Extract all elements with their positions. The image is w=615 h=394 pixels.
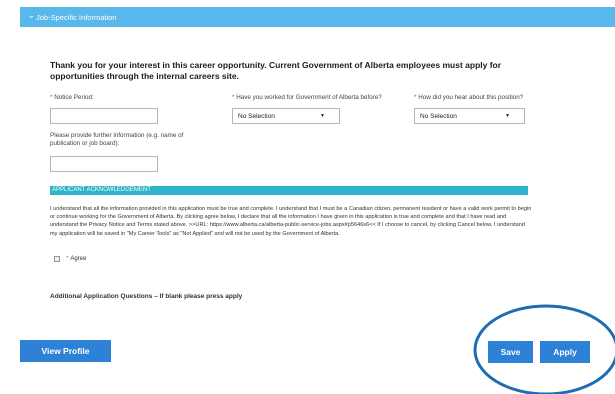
acknowledgement-title: APPLICANT ACKNOWLEDGEMENT [50, 186, 528, 195]
hear-about-label: * How did you hear about this position? [414, 94, 524, 101]
select-value: No Selection [420, 112, 457, 120]
caret-down-icon: ▼ [505, 113, 510, 119]
further-info-label: Please provide further information (e.g.… [50, 132, 184, 147]
highlight-ring [473, 304, 615, 394]
further-info-input[interactable] [50, 156, 158, 172]
notice-period-label: * Notice Period: [50, 94, 94, 101]
required-mark: * [414, 94, 417, 101]
intro-text: Thank you for your interest in this care… [50, 60, 502, 81]
required-mark: * [232, 94, 235, 101]
section-title: Job-Specific Information [36, 12, 117, 22]
required-mark: * [50, 94, 53, 101]
view-profile-button[interactable]: View Profile [20, 340, 111, 362]
additional-questions-text: Additional Application Questions – If bl… [50, 293, 243, 300]
chevron-down-icon[interactable]: ⌄ [28, 12, 35, 20]
notice-period-input[interactable] [50, 108, 158, 124]
agree-label: Agree [70, 256, 87, 262]
worked-for-goa-select[interactable]: No Selection ▼ [232, 108, 340, 124]
worked-for-goa-label: * Have you worked for Government of Albe… [232, 94, 382, 101]
required-mark: * [66, 256, 69, 262]
acknowledgement-text: I understand that all the information pr… [50, 206, 532, 237]
agree-checkbox-row[interactable]: * Agree [54, 256, 86, 262]
section-header[interactable]: ⌄ Job-Specific Information [20, 7, 615, 27]
hear-about-select[interactable]: No Selection ▼ [414, 108, 525, 124]
caret-down-icon: ▼ [320, 113, 325, 119]
select-value: No Selection [238, 112, 275, 120]
agree-checkbox[interactable] [54, 256, 60, 262]
